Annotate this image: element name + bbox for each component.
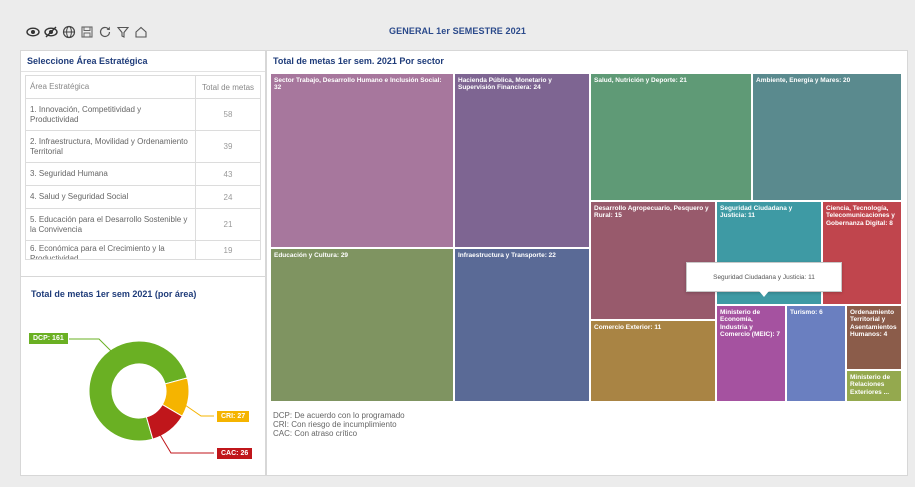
table-row[interactable]: 1. Innovación, Competitividad y Producti…	[25, 99, 261, 131]
donut-leader-line	[158, 432, 214, 454]
table-row[interactable]: 4. Salud y Seguridad Social 24	[25, 186, 261, 209]
treemap-cell[interactable]: Turismo: 6	[786, 305, 846, 402]
row-area: 2. Infraestructura, Movilidad y Ordenami…	[26, 131, 196, 162]
table-row[interactable]: 6. Económica para el Crecimiento y la Pr…	[25, 241, 261, 260]
column-header-total[interactable]: Total de metas	[196, 76, 260, 98]
status-legend: DCP: De acuerdo con lo programado CRI: C…	[273, 411, 405, 439]
strategic-area-panel: Seleccione Área Estratégica Área Estraté…	[20, 50, 266, 278]
donut-label-dcp: DCP: 161	[29, 333, 68, 344]
table-row[interactable]: 2. Infraestructura, Movilidad y Ordenami…	[25, 131, 261, 163]
legend-note: DCP: De acuerdo con lo programado	[273, 411, 405, 420]
column-header-area[interactable]: Área Estratégica	[26, 76, 196, 98]
treemap-cell[interactable]: Educación y Cultura: 29	[270, 248, 454, 402]
treemap-cell[interactable]: Desarrollo Agropecuario, Pesquero y Rura…	[590, 201, 716, 320]
table-header: Área Estratégica Total de metas	[25, 75, 261, 99]
treemap-cell[interactable]: Ministerio de Relaciones Exteriores ...	[846, 370, 902, 402]
donut-chart	[69, 338, 214, 454]
table-row[interactable]: 5. Educación para el Desarrollo Sostenib…	[25, 209, 261, 241]
legend-note: CRI: Con riesgo de incumplimiento	[273, 420, 397, 430]
donut-label-cri: CRI: 27	[217, 411, 250, 422]
treemap-cell[interactable]: Comercio Exterior: 11	[590, 320, 716, 402]
row-total: 39	[223, 142, 233, 151]
donut-panel: Total de metas 1er sem 2021 (por área) D…	[20, 276, 266, 476]
treemap-chart: Sector Trabajo, Desarrollo Humano e Incl…	[270, 73, 902, 402]
row-area: 4. Salud y Seguridad Social	[26, 186, 196, 208]
legend-note: CAC: Con atraso crítico	[273, 429, 358, 439]
row-area: 3. Seguridad Humana	[26, 163, 196, 185]
row-total: 19	[223, 245, 233, 255]
row-area: 1. Innovación, Competitividad y Producti…	[26, 99, 196, 130]
treemap-cell[interactable]: Salud, Nutrición y Deporte: 21	[590, 73, 752, 201]
treemap-title: Total de metas 1er sem. 2021 Por sector	[273, 56, 444, 66]
treemap-cell[interactable]: Sector Trabajo, Desarrollo Humano e Incl…	[270, 73, 454, 248]
table-row[interactable]: 3. Seguridad Humana 43	[25, 163, 261, 186]
row-total: 21	[223, 220, 233, 229]
row-area: 6. Económica para el Crecimiento y la Pr…	[26, 241, 196, 259]
row-total: 24	[223, 192, 233, 202]
row-area: 5. Educación para el Desarrollo Sostenib…	[26, 209, 196, 240]
strategic-area-title: Seleccione Área Estratégica	[21, 51, 265, 72]
treemap-cell[interactable]: Ambiente, Energía y Mares: 20	[752, 73, 902, 201]
strategic-area-table: Área Estratégica Total de metas 1. Innov…	[25, 75, 261, 260]
treemap-cell[interactable]: Infraestructura y Transporte: 22	[454, 248, 590, 402]
page-title: GENERAL 1er SEMESTRE 2021	[389, 26, 526, 36]
treemap-cell[interactable]: Hacienda Pública, Monetario y Supervisió…	[454, 73, 590, 248]
donut-leader-line	[69, 338, 114, 354]
donut-leader-line	[184, 404, 214, 417]
treemap-cell[interactable]: Ministerio de Economía, Industria y Come…	[716, 305, 786, 402]
donut-label-cac: CAC: 26	[217, 448, 253, 459]
row-total: 58	[223, 110, 233, 119]
treemap-panel: Total de metas 1er sem. 2021 Por sector …	[266, 50, 908, 476]
treemap-tooltip: Seguridad Ciudadana y Justicia: 11	[686, 262, 842, 297]
row-total: 43	[223, 169, 233, 179]
treemap-cell[interactable]: Ordenamiento Territorial y Asentamientos…	[846, 305, 902, 370]
